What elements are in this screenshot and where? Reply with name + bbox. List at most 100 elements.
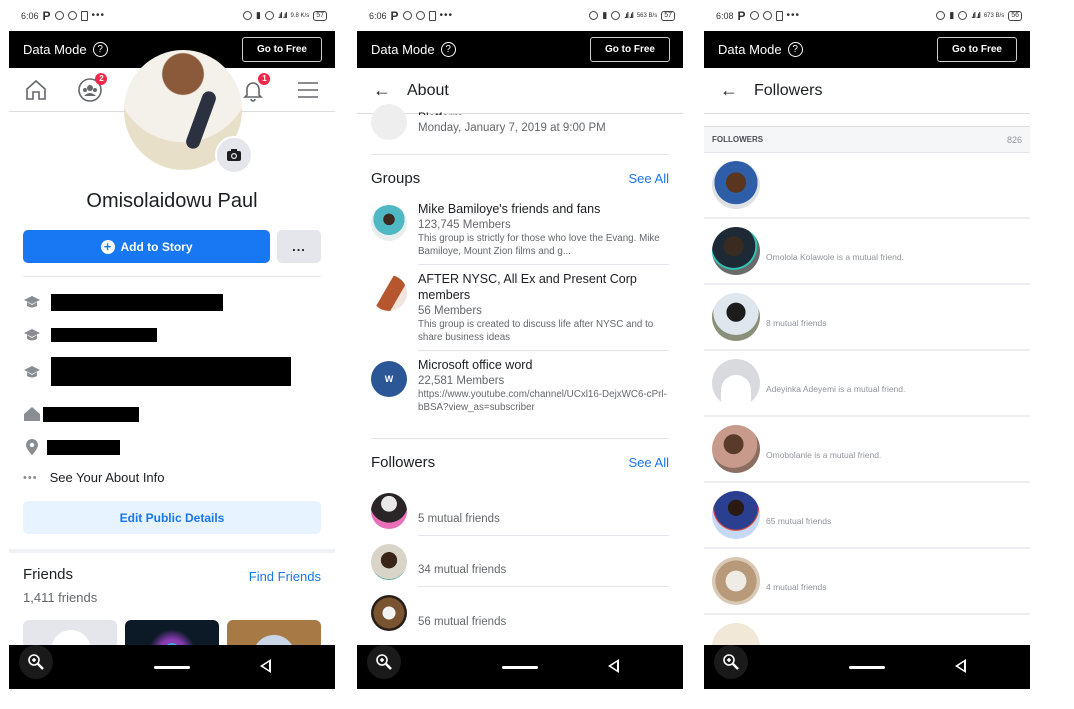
pinterest-icon: P bbox=[737, 8, 746, 23]
page-header: ← About bbox=[357, 68, 683, 114]
battery-icon: 56 bbox=[1008, 10, 1022, 21]
follower-item[interactable]: Omolola Kolawole is a mutual friend. bbox=[704, 219, 1030, 285]
event-date: Monday, January 7, 2019 at 9:00 PM bbox=[418, 122, 606, 134]
follower-avatar bbox=[712, 491, 760, 539]
followers-title: Followers bbox=[371, 453, 436, 471]
group-item[interactable]: AFTER NYSC, All Ex and Present Corp memb… bbox=[371, 271, 669, 357]
redacted-text bbox=[51, 293, 223, 311]
network-rate: 563 B/s bbox=[636, 12, 658, 19]
change-photo-button[interactable] bbox=[215, 136, 253, 174]
vibrate-icon: ▮ bbox=[949, 10, 955, 20]
back-arrow-icon[interactable]: ← bbox=[373, 80, 391, 101]
see-about-label: See Your About Info bbox=[49, 470, 165, 485]
follower-item[interactable]: 34 mutual friends bbox=[371, 536, 669, 587]
redacted-text bbox=[47, 439, 120, 455]
battery-icon: 57 bbox=[661, 10, 675, 21]
follower-item[interactable] bbox=[704, 153, 1030, 219]
education-icon bbox=[23, 293, 41, 311]
follower-item[interactable]: 5 mutual friends bbox=[371, 485, 669, 536]
download-icon bbox=[428, 10, 436, 21]
zoom-button[interactable] bbox=[367, 645, 401, 679]
question-circle-icon[interactable]: ? bbox=[92, 42, 108, 57]
data-mode-label: Data Mode bbox=[718, 42, 782, 57]
go-to-free-button[interactable]: Go to Free bbox=[242, 37, 322, 62]
group-name: Microsoft office word bbox=[418, 358, 533, 372]
group-members: 22,581 Members bbox=[418, 375, 505, 387]
vibrate-icon: ▮ bbox=[602, 10, 608, 20]
divider bbox=[23, 276, 321, 277]
go-to-free-button[interactable]: Go to Free bbox=[590, 37, 670, 62]
vibrate-icon: ▮ bbox=[256, 10, 261, 20]
android-nav-bar bbox=[357, 645, 683, 689]
mutual-friends-text: Omolola Kolawole is a mutual friend. bbox=[766, 252, 904, 262]
followers-label: FOLLOWERS bbox=[712, 135, 764, 144]
group-item[interactable]: W Microsoft office word 22,581 Members h… bbox=[371, 357, 669, 426]
back-triangle-icon[interactable] bbox=[608, 659, 619, 673]
edit-public-details-button[interactable]: Edit Public Details bbox=[23, 501, 321, 534]
groups-see-all-link[interactable]: See All bbox=[629, 171, 669, 186]
follower-item[interactable]: 4 mutual friends bbox=[704, 549, 1030, 615]
group-description: This group is strictly for those who lov… bbox=[418, 233, 660, 257]
whatsapp-icon bbox=[54, 11, 64, 20]
plus-circle-icon: + bbox=[100, 239, 115, 254]
status-bar: 6:08 P ••• ▮ .ıl .ıl 673 B/s 56 bbox=[704, 0, 1030, 31]
followers-see-all-link[interactable]: See All bbox=[629, 455, 669, 470]
see-about-info-link[interactable]: ••• See Your About Info bbox=[23, 470, 165, 485]
home-gesture-pill[interactable] bbox=[154, 665, 190, 669]
back-arrow-icon[interactable]: ← bbox=[720, 80, 738, 101]
life-event-item[interactable]: Platform Monday, January 7, 2019 at 9:00… bbox=[371, 104, 669, 154]
menu-icon bbox=[297, 81, 318, 98]
nav-groups[interactable]: 2 bbox=[70, 70, 110, 110]
download-icon bbox=[80, 10, 88, 21]
back-triangle-icon[interactable] bbox=[260, 659, 271, 673]
group-name: Mike Bamiloye's friends and fans bbox=[418, 202, 601, 216]
home-gesture-pill[interactable] bbox=[849, 665, 885, 669]
mutual-friends-text: Omobolanle is a mutual friend. bbox=[766, 450, 882, 460]
education-icon bbox=[23, 326, 41, 344]
more-options-button[interactable]: ... bbox=[277, 230, 321, 263]
alarm-icon bbox=[936, 11, 946, 20]
more-notifications-icon: ••• bbox=[786, 10, 801, 21]
follower-item[interactable]: 56 mutual friends bbox=[371, 587, 669, 638]
followers-screen: 6:08 P ••• ▮ .ıl .ıl 673 B/s 56 Data Mod… bbox=[704, 0, 1030, 689]
mutual-friends-text: 4 mutual friends bbox=[766, 582, 827, 592]
data-mode-label: Data Mode bbox=[371, 42, 435, 57]
info-row-home bbox=[23, 405, 139, 423]
event-title: Platform bbox=[418, 108, 463, 115]
wifi-hotspot-icon bbox=[67, 11, 77, 20]
profile-name: Omisolaidowu Paul bbox=[86, 190, 258, 212]
question-circle-icon[interactable]: ? bbox=[787, 42, 803, 57]
follower-item[interactable]: Adeyinka Adeyemi is a mutual friend. bbox=[704, 351, 1030, 417]
find-friends-link[interactable]: Find Friends bbox=[249, 569, 321, 584]
mutual-friends-text: 34 mutual friends bbox=[418, 536, 669, 587]
zoom-button[interactable] bbox=[19, 645, 53, 679]
more-notifications-icon: ••• bbox=[439, 10, 454, 21]
section-separator bbox=[9, 549, 335, 553]
data-mode-label: Data Mode bbox=[23, 42, 87, 57]
alarm-icon bbox=[589, 11, 599, 20]
follower-item[interactable]: Omobolanle is a mutual friend. bbox=[704, 417, 1030, 483]
network-rate: 9.8 K/s bbox=[290, 12, 310, 19]
android-nav-bar bbox=[9, 645, 335, 689]
go-to-free-button[interactable]: Go to Free bbox=[937, 37, 1017, 62]
groups-badge: 2 bbox=[95, 72, 108, 85]
follower-item[interactable]: 65 mutual friends bbox=[704, 483, 1030, 549]
group-thumbnail bbox=[371, 275, 407, 311]
word-logo-icon: W bbox=[371, 361, 407, 397]
zoom-button[interactable] bbox=[714, 645, 748, 679]
friends-count: 1,411 friends bbox=[23, 590, 98, 605]
back-triangle-icon[interactable] bbox=[955, 659, 966, 673]
friends-title: Friends bbox=[23, 566, 74, 583]
nav-home[interactable] bbox=[16, 70, 56, 110]
download-icon bbox=[775, 10, 783, 21]
add-to-story-button[interactable]: + Add to Story bbox=[23, 230, 270, 263]
question-circle-icon[interactable]: ? bbox=[440, 42, 456, 57]
more-notifications-icon: ••• bbox=[91, 10, 106, 21]
nav-menu[interactable] bbox=[288, 70, 328, 110]
followers-count: 826 bbox=[1006, 134, 1022, 145]
follower-item[interactable]: 8 mutual friends bbox=[704, 285, 1030, 351]
default-avatar-icon bbox=[712, 359, 760, 407]
redacted-text bbox=[51, 328, 157, 342]
group-item[interactable]: Mike Bamiloye's friends and fans 123,745… bbox=[371, 201, 669, 271]
home-gesture-pill[interactable] bbox=[502, 665, 538, 669]
